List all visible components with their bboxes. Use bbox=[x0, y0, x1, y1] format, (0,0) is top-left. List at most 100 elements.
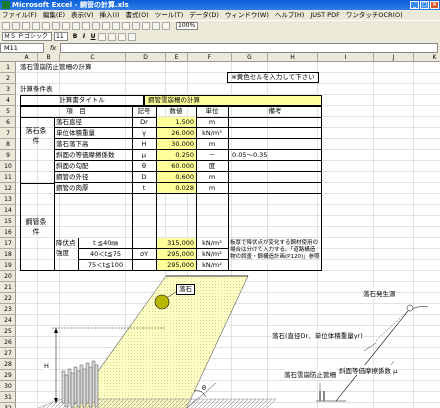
row-header[interactable]: 17 bbox=[0, 238, 16, 249]
column-header[interactable]: E bbox=[166, 53, 188, 62]
print-icon[interactable] bbox=[32, 22, 40, 30]
menu-item[interactable]: ワンタッチOCR(O) bbox=[346, 10, 403, 20]
row-header[interactable]: 27 bbox=[0, 348, 16, 359]
column-header[interactable]: K bbox=[414, 53, 440, 62]
column-header[interactable]: B bbox=[38, 53, 60, 62]
param-value[interactable]: 26.000 bbox=[157, 128, 196, 138]
param-value[interactable]: 0.028 bbox=[157, 183, 196, 193]
menu-item[interactable]: データ(D) bbox=[189, 10, 219, 20]
row-header[interactable]: 20 bbox=[0, 271, 16, 282]
underline-icon[interactable]: U bbox=[89, 33, 97, 41]
sort-desc-icon[interactable] bbox=[142, 22, 150, 30]
font-size-select[interactable]: 11 bbox=[54, 32, 68, 41]
row-header[interactable]: 9 bbox=[0, 150, 16, 161]
row-header[interactable]: 19 bbox=[0, 260, 16, 271]
menu-item[interactable]: ヘルプ(H) bbox=[275, 10, 304, 20]
maximize-button[interactable]: □ bbox=[420, 1, 429, 9]
column-header[interactable]: G bbox=[232, 53, 268, 62]
row-header[interactable]: 2 bbox=[0, 73, 16, 84]
menu-item[interactable]: 挿入(I) bbox=[100, 10, 120, 20]
row-header[interactable]: 6 bbox=[0, 117, 16, 128]
column-header[interactable]: I bbox=[318, 53, 374, 62]
spell-icon[interactable] bbox=[52, 22, 60, 30]
column-header[interactable]: A bbox=[16, 53, 38, 62]
row-header[interactable]: 3 bbox=[0, 84, 16, 95]
drawing-icon[interactable] bbox=[162, 22, 170, 30]
minimize-button[interactable]: _ bbox=[410, 1, 419, 9]
merge-center-icon[interactable] bbox=[128, 32, 136, 41]
menu-item[interactable]: JUST PDF bbox=[310, 10, 340, 20]
preview-icon[interactable] bbox=[42, 22, 50, 30]
menu-item[interactable]: ツール(T) bbox=[155, 10, 184, 20]
window-title: Microsoft Excel - 鋼管の計算.xls bbox=[12, 1, 129, 9]
strength-value[interactable]: 295,000 bbox=[157, 260, 196, 270]
row-header[interactable]: 23 bbox=[0, 304, 16, 315]
param-value[interactable]: 0.250 bbox=[157, 150, 196, 160]
row-header[interactable]: 10 bbox=[0, 161, 16, 172]
param-value[interactable]: 60.000 bbox=[157, 161, 196, 171]
close-button[interactable]: × bbox=[430, 1, 439, 9]
save-icon[interactable] bbox=[22, 22, 30, 30]
strength-value[interactable]: 295,000 bbox=[157, 249, 196, 259]
font-select[interactable]: ＭＳ Ｐゴシック bbox=[2, 32, 52, 41]
undo-icon[interactable] bbox=[92, 22, 100, 30]
formula-bar: M11 fx bbox=[0, 42, 440, 53]
menu-item[interactable]: 表示(V) bbox=[71, 10, 94, 20]
chart-wizard-icon[interactable] bbox=[152, 22, 160, 30]
row-header[interactable]: 29 bbox=[0, 370, 16, 381]
menu-item[interactable]: 書式(O) bbox=[126, 10, 149, 20]
menu-item[interactable]: ファイル(F) bbox=[2, 10, 37, 20]
paste-icon[interactable] bbox=[82, 22, 90, 30]
redo-icon[interactable] bbox=[102, 22, 110, 30]
copy-icon[interactable] bbox=[72, 22, 80, 30]
column-header[interactable]: H bbox=[268, 53, 318, 62]
autosum-icon[interactable] bbox=[122, 22, 130, 30]
align-left-icon[interactable] bbox=[98, 32, 106, 41]
row-header[interactable]: 31 bbox=[0, 392, 16, 403]
row-header[interactable]: 14 bbox=[0, 205, 16, 216]
row-header[interactable]: 16 bbox=[0, 227, 16, 238]
row-header[interactable]: 21 bbox=[0, 282, 16, 293]
row-header[interactable]: 7 bbox=[0, 128, 16, 139]
strength-value[interactable]: 315,000 bbox=[157, 238, 196, 248]
column-header[interactable]: C bbox=[60, 53, 126, 62]
fx-icon[interactable]: fx bbox=[50, 44, 56, 52]
param-value[interactable]: 30.000 bbox=[157, 139, 196, 149]
row-header[interactable]: 22 bbox=[0, 293, 16, 304]
row-header[interactable]: 4 bbox=[0, 95, 16, 106]
row-header[interactable]: 18 bbox=[0, 249, 16, 260]
new-icon[interactable] bbox=[2, 22, 10, 30]
row-header[interactable]: 11 bbox=[0, 172, 16, 183]
param-value[interactable]: 0.600 bbox=[157, 172, 196, 182]
italic-icon[interactable]: I bbox=[80, 33, 88, 41]
name-box[interactable]: M11 bbox=[0, 42, 44, 53]
menu-item[interactable]: 編集(E) bbox=[43, 10, 65, 20]
row-header[interactable]: 12 bbox=[0, 183, 16, 194]
column-header[interactable]: J bbox=[374, 53, 414, 62]
row-header[interactable]: 13 bbox=[0, 194, 16, 205]
row-header[interactable]: 26 bbox=[0, 337, 16, 348]
cut-icon[interactable] bbox=[62, 22, 70, 30]
align-right-icon[interactable] bbox=[118, 32, 126, 41]
row-header[interactable]: 8 bbox=[0, 139, 16, 150]
row-header[interactable]: 25 bbox=[0, 326, 16, 337]
hyperlink-icon[interactable] bbox=[112, 22, 120, 30]
row-header[interactable]: 1 bbox=[0, 62, 16, 73]
row-header[interactable]: 5 bbox=[0, 106, 16, 117]
bold-icon[interactable]: B bbox=[71, 33, 79, 41]
align-center-icon[interactable] bbox=[108, 32, 116, 41]
row-header[interactable]: 15 bbox=[0, 216, 16, 227]
menu-item[interactable]: ウィンドウ(W) bbox=[225, 10, 269, 20]
column-header[interactable]: D bbox=[126, 53, 166, 62]
row-header[interactable]: 30 bbox=[0, 381, 16, 392]
sort-asc-icon[interactable] bbox=[132, 22, 140, 30]
param-value[interactable]: 1.500 bbox=[157, 117, 196, 127]
column-header[interactable]: F bbox=[188, 53, 232, 62]
open-icon[interactable] bbox=[12, 22, 20, 30]
calc-title-value[interactable]: 鋼管雪崩柵の計算 bbox=[144, 95, 322, 106]
row-header[interactable]: 32 bbox=[0, 403, 16, 408]
formula-input[interactable] bbox=[60, 42, 438, 53]
row-header[interactable]: 28 bbox=[0, 359, 16, 370]
row-header[interactable]: 24 bbox=[0, 315, 16, 326]
zoom-select[interactable]: 100% bbox=[176, 22, 198, 30]
